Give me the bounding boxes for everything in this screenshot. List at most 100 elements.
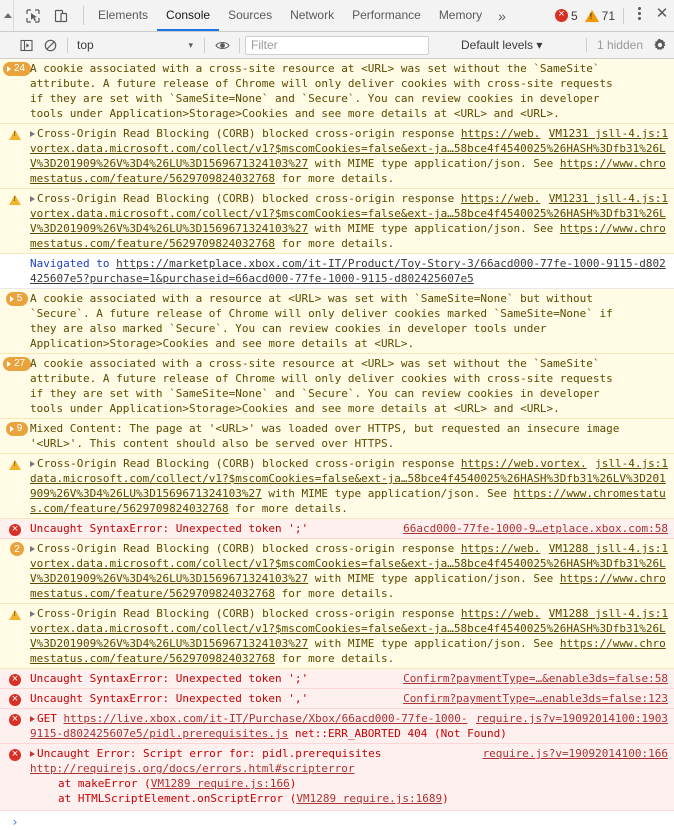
console-message-error[interactable]: Confirm?paymentType=…enable3ds=false:123… [0, 689, 674, 709]
group-count-badge[interactable]: 2 [10, 542, 24, 556]
message-line: attribute. A future release of Chrome wi… [30, 77, 613, 90]
group-count-badge[interactable]: 5 [5, 292, 29, 306]
filter-input[interactable] [245, 35, 429, 55]
navigated-url-link[interactable]: https://marketplace.xbox.com/it-IT/Produ… [30, 257, 666, 285]
panel-scroll-up-arrow[interactable] [2, 0, 14, 31]
close-icon[interactable]: ✕ [650, 0, 674, 26]
tab-label: Memory [438, 7, 483, 22]
console-message-network-error[interactable]: require.js?v=19092014100:1903 GET https:… [0, 709, 674, 744]
blocked-url-part1[interactable]: https:// [461, 192, 514, 205]
stack-frame-link[interactable]: VM1289 require.js:1689 [296, 792, 442, 805]
source-link[interactable]: VM1288 jsll-4.js:1 [549, 541, 668, 556]
kebab-menu-icon[interactable] [628, 0, 650, 26]
execution-context-selector[interactable]: top ▾ [73, 38, 199, 52]
inspect-element-icon[interactable] [20, 3, 46, 29]
tab-sources[interactable]: Sources [219, 0, 281, 31]
console-message-list[interactable]: 24 A cookie associated with a cross-site… [0, 59, 674, 830]
disclosure-triangle-icon[interactable] [30, 131, 35, 137]
group-count-badge[interactable]: 9 [5, 422, 29, 436]
toolbar-divider-2 [204, 37, 205, 53]
source-link[interactable]: VM1231 jsll-4.js:1 [549, 191, 668, 206]
console-message-warning[interactable]: VM1231 jsll-4.js:1 Cross-Origin Read Blo… [0, 189, 674, 254]
stack-frame-link[interactable]: VM1289 require.js:166 [151, 777, 290, 790]
console-message-error[interactable]: 66acd000-77fe-1000-9…etplace.xbox.com:58… [0, 519, 674, 539]
error-text: Uncaught SyntaxError: Unexpected token '… [30, 692, 309, 705]
message-line: A cookie associated with a cross-site re… [30, 357, 600, 370]
source-link[interactable]: Confirm?paymentType=…enable3ds=false:123 [403, 691, 668, 706]
tabbar-divider [83, 6, 84, 25]
message-middle: with MIME type application/json. See [308, 222, 560, 235]
source-link[interactable]: VM1231 jsll-4.js:1 [549, 126, 668, 141]
message-gutter [0, 671, 30, 686]
blocked-url-part1[interactable]: https:// [461, 607, 514, 620]
console-message-error[interactable]: Confirm?paymentType=…&enable3ds=false:58… [0, 669, 674, 689]
message-text: VM1288 jsll-4.js:1 Cross-Origin Read Blo… [30, 606, 674, 666]
gear-icon[interactable] [649, 34, 671, 56]
devtools-tabbar: Elements Console Sources Network Perform… [0, 0, 674, 32]
message-text: Mixed Content: The page at '<URL>' was l… [30, 421, 674, 451]
console-prompt[interactable]: › [0, 811, 674, 830]
device-toolbar-icon[interactable] [48, 3, 74, 29]
error-counter[interactable]: 5 [554, 8, 578, 23]
disclosure-triangle-icon[interactable] [30, 546, 35, 552]
console-message-warning[interactable]: jsll-4.js:1 Cross-Origin Read Blocking (… [0, 454, 674, 519]
source-link[interactable]: VM1288 jsll-4.js:1 [549, 606, 668, 621]
source-link[interactable]: Confirm?paymentType=…&enable3ds=false:58 [403, 671, 668, 686]
console-message-error[interactable]: require.js?v=19092014100:166 Uncaught Er… [0, 744, 674, 811]
log-levels-dropdown[interactable]: Default levels ▾ [453, 38, 550, 52]
source-link[interactable]: require.js?v=19092014100:166 [483, 746, 668, 761]
message-text: A cookie associated with a cross-site re… [30, 61, 674, 121]
disclosure-triangle-icon[interactable] [30, 751, 35, 757]
stack-frame: at makeError (VM1289 require.js:166) [30, 776, 668, 791]
warning-counter[interactable]: 71 [584, 9, 615, 23]
requirejs-docs-link[interactable]: http://requirejs.org/docs/errors.html#sc… [30, 762, 355, 775]
source-link[interactable]: 66acd000-77fe-1000-9…etplace.xbox.com:58 [403, 521, 668, 536]
console-message-group[interactable]: 9 Mixed Content: The page at '<URL>' was… [0, 419, 674, 454]
message-text: jsll-4.js:1 Cross-Origin Read Blocking (… [30, 456, 674, 516]
blocked-url-part1[interactable]: http [461, 542, 488, 555]
disclosure-triangle-icon[interactable] [30, 196, 35, 202]
console-input[interactable] [30, 815, 674, 830]
message-gutter [0, 521, 30, 536]
blocked-url-part1[interactable]: https:// [461, 127, 514, 140]
tab-memory[interactable]: Memory [430, 0, 491, 31]
disclosure-triangle-icon[interactable] [30, 611, 35, 617]
console-filter-toolbar: top ▾ Default levels ▾ 1 hidden [0, 32, 674, 59]
tab-elements[interactable]: Elements [89, 0, 157, 31]
console-message-warning[interactable]: VM1231 jsll-4.js:1 Cross-Origin Read Blo… [0, 124, 674, 189]
group-count-badge[interactable]: 24 [2, 62, 32, 76]
message-prefix: Cross-Origin Read Blocking (CORB) blocke… [37, 542, 461, 555]
disclosure-triangle-icon[interactable] [30, 716, 35, 722]
message-gutter [0, 691, 30, 706]
group-count-badge[interactable]: 27 [2, 357, 32, 371]
tab-console[interactable]: Console [157, 0, 220, 31]
console-message-group[interactable]: 27 A cookie associated with a cross-site… [0, 354, 674, 419]
disclosure-triangle-icon[interactable] [30, 461, 35, 467]
console-message-warning[interactable]: VM1288 jsll-4.js:1 Cross-Origin Read Blo… [0, 604, 674, 669]
blocked-url-part1[interactable]: https://web.vor [461, 457, 560, 470]
message-suffix: for more details. [228, 502, 348, 515]
phone-tablet-icon [54, 9, 68, 22]
message-text: VM1288 jsll-4.js:1 Cross-Origin Read Blo… [30, 541, 674, 601]
message-text: VM1231 jsll-4.js:1 Cross-Origin Read Blo… [30, 126, 674, 186]
tab-performance[interactable]: Performance [343, 0, 430, 31]
source-link[interactable]: jsll-4.js:1 [595, 456, 668, 471]
message-gutter [0, 126, 30, 140]
message-text: VM1231 jsll-4.js:1 Cross-Origin Read Blo… [30, 191, 674, 251]
console-message-group[interactable]: 24 A cookie associated with a cross-site… [0, 59, 674, 124]
clear-console-icon[interactable] [38, 34, 62, 56]
tab-network[interactable]: Network [281, 0, 343, 31]
source-link[interactable]: require.js?v=19092014100:1903 [476, 711, 668, 726]
console-message-group[interactable]: 2 VM1288 jsll-4.js:1 Cross-Origin Read B… [0, 539, 674, 604]
toolbar-divider-3 [239, 37, 240, 53]
tab-label: Performance [352, 7, 421, 22]
console-sidebar-icon[interactable] [14, 34, 38, 56]
more-tabs-button[interactable]: » [491, 0, 513, 31]
console-message-navigation[interactable]: Navigated to https://marketplace.xbox.co… [0, 254, 674, 289]
error-text: Uncaught Error: Script error for: pidl.p… [37, 747, 382, 760]
group-count-label: 24 [13, 63, 26, 74]
counters-divider [623, 7, 624, 24]
console-message-group[interactable]: 5 A cookie associated with a resource at… [0, 289, 674, 354]
request-url-part1[interactable]: https://live.xbox.com/it-IT/Purchase/Xbo… [64, 712, 442, 725]
live-expression-icon[interactable] [210, 34, 234, 56]
